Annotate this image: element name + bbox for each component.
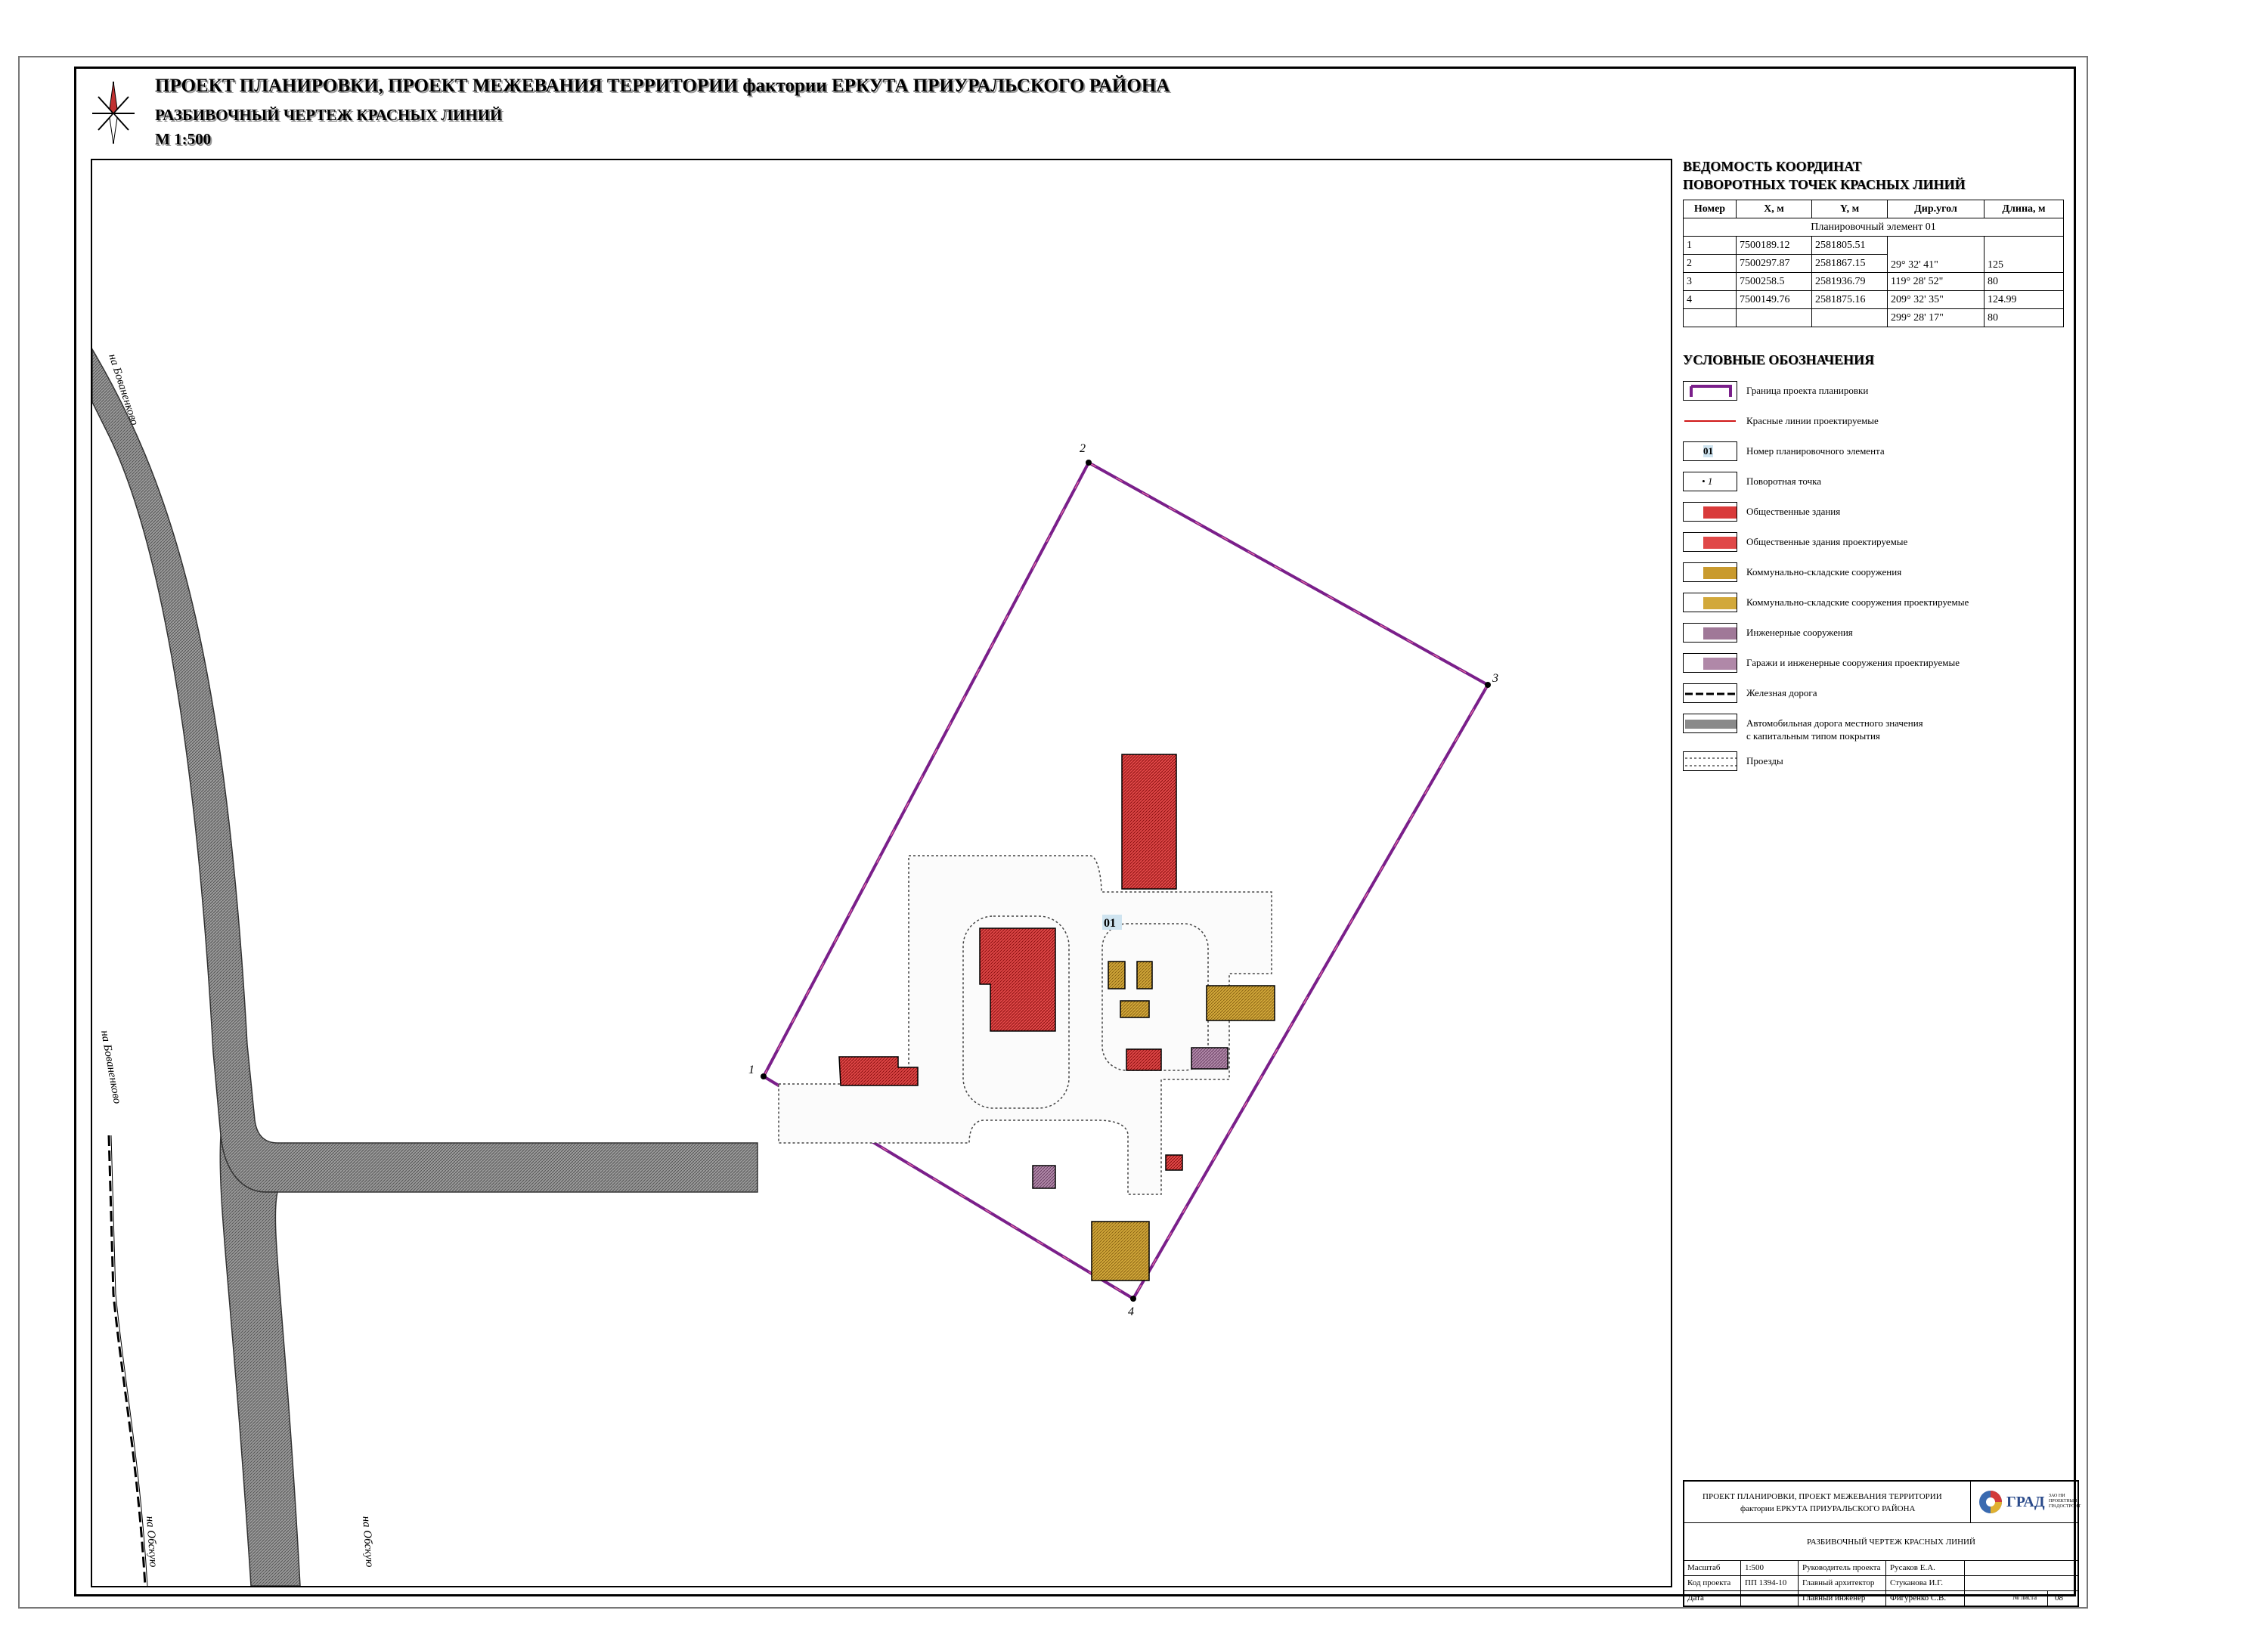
- point-label-4: 4: [1128, 1305, 1134, 1318]
- road-label-obskaya-2: на Обскую: [360, 1516, 376, 1568]
- communal-building-east: [1206, 985, 1275, 1021]
- public-building-central: [979, 927, 1056, 1032]
- main-road: [92, 348, 758, 1586]
- engineering-building-small: [1032, 1165, 1056, 1189]
- point-label-3: 3: [1492, 672, 1498, 685]
- element-number: 01: [1104, 917, 1116, 930]
- public-building-north: [1121, 754, 1177, 890]
- title-block: ПРОЕКТ ПЛАНИРОВКИ, ПРОЕКТ МЕЖЕВАНИЯ ТЕРР…: [1683, 1480, 2081, 1607]
- drawing-scale: М 1:500: [155, 130, 212, 148]
- communal-building-south: [1091, 1221, 1150, 1281]
- logo-circle-icon: [1979, 1491, 2002, 1513]
- coords-table: Номер X, м Y, м Дир.угол Длина, м Планир…: [1683, 200, 2064, 327]
- railway: [107, 1135, 148, 1586]
- drawing-title: ПРОЕКТ ПЛАНИРОВКИ, ПРОЕКТ МЕЖЕВАНИЯ ТЕРР…: [155, 76, 1170, 96]
- stamp-project-line1: ПРОЕКТ ПЛАНИРОВКИ, ПРОЕКТ МЕЖЕВАНИЯ ТЕРР…: [1703, 1492, 1942, 1501]
- north-arrow-icon: [92, 81, 135, 144]
- map-drawing: 1 2 3 4 01 на Бованенково на Бованенково…: [92, 348, 1498, 1586]
- engineering-building: [1191, 1047, 1228, 1070]
- map-canvas[interactable]: 1 2 3 4 01 на Бованенково на Бованенково…: [91, 159, 1672, 1587]
- stamp-sheet-number: 08: [2055, 1593, 2063, 1603]
- legend-title: УСЛОВНЫЕ ОБОЗНАЧЕНИЯ: [1683, 352, 1875, 367]
- drawing-subtitle: РАЗБИВОЧНЫЙ ЧЕРТЕЖ КРАСНЫХ ЛИНИЙ: [155, 106, 503, 124]
- stamp-sheet-title: РАЗБИВОЧНЫЙ ЧЕРТЕЖ КРАСНЫХ ЛИНИЙ: [1807, 1538, 1975, 1547]
- point-label-1: 1: [748, 1064, 754, 1076]
- public-building-tiny: [1165, 1154, 1183, 1171]
- logo: ГРАД ЗАО НИ ПРОЕКТНЫЙ ГРАДОСТРОИТ: [1978, 1488, 2081, 1518]
- coords-title: ВЕДОМОСТЬ КООРДИНАТ ПОВОРОТНЫХ ТОЧЕК КРА…: [1683, 159, 1966, 192]
- public-building-small: [1126, 1048, 1162, 1071]
- public-building-west: [838, 1056, 919, 1086]
- stamp-project-line2: фактории ЕРКУТА ПРИУРАЛЬСКОГО РАЙОНА: [1740, 1504, 1916, 1513]
- road-label-bovanenkovo-2: на Бованенково: [98, 1030, 123, 1105]
- point-label-2: 2: [1080, 442, 1086, 455]
